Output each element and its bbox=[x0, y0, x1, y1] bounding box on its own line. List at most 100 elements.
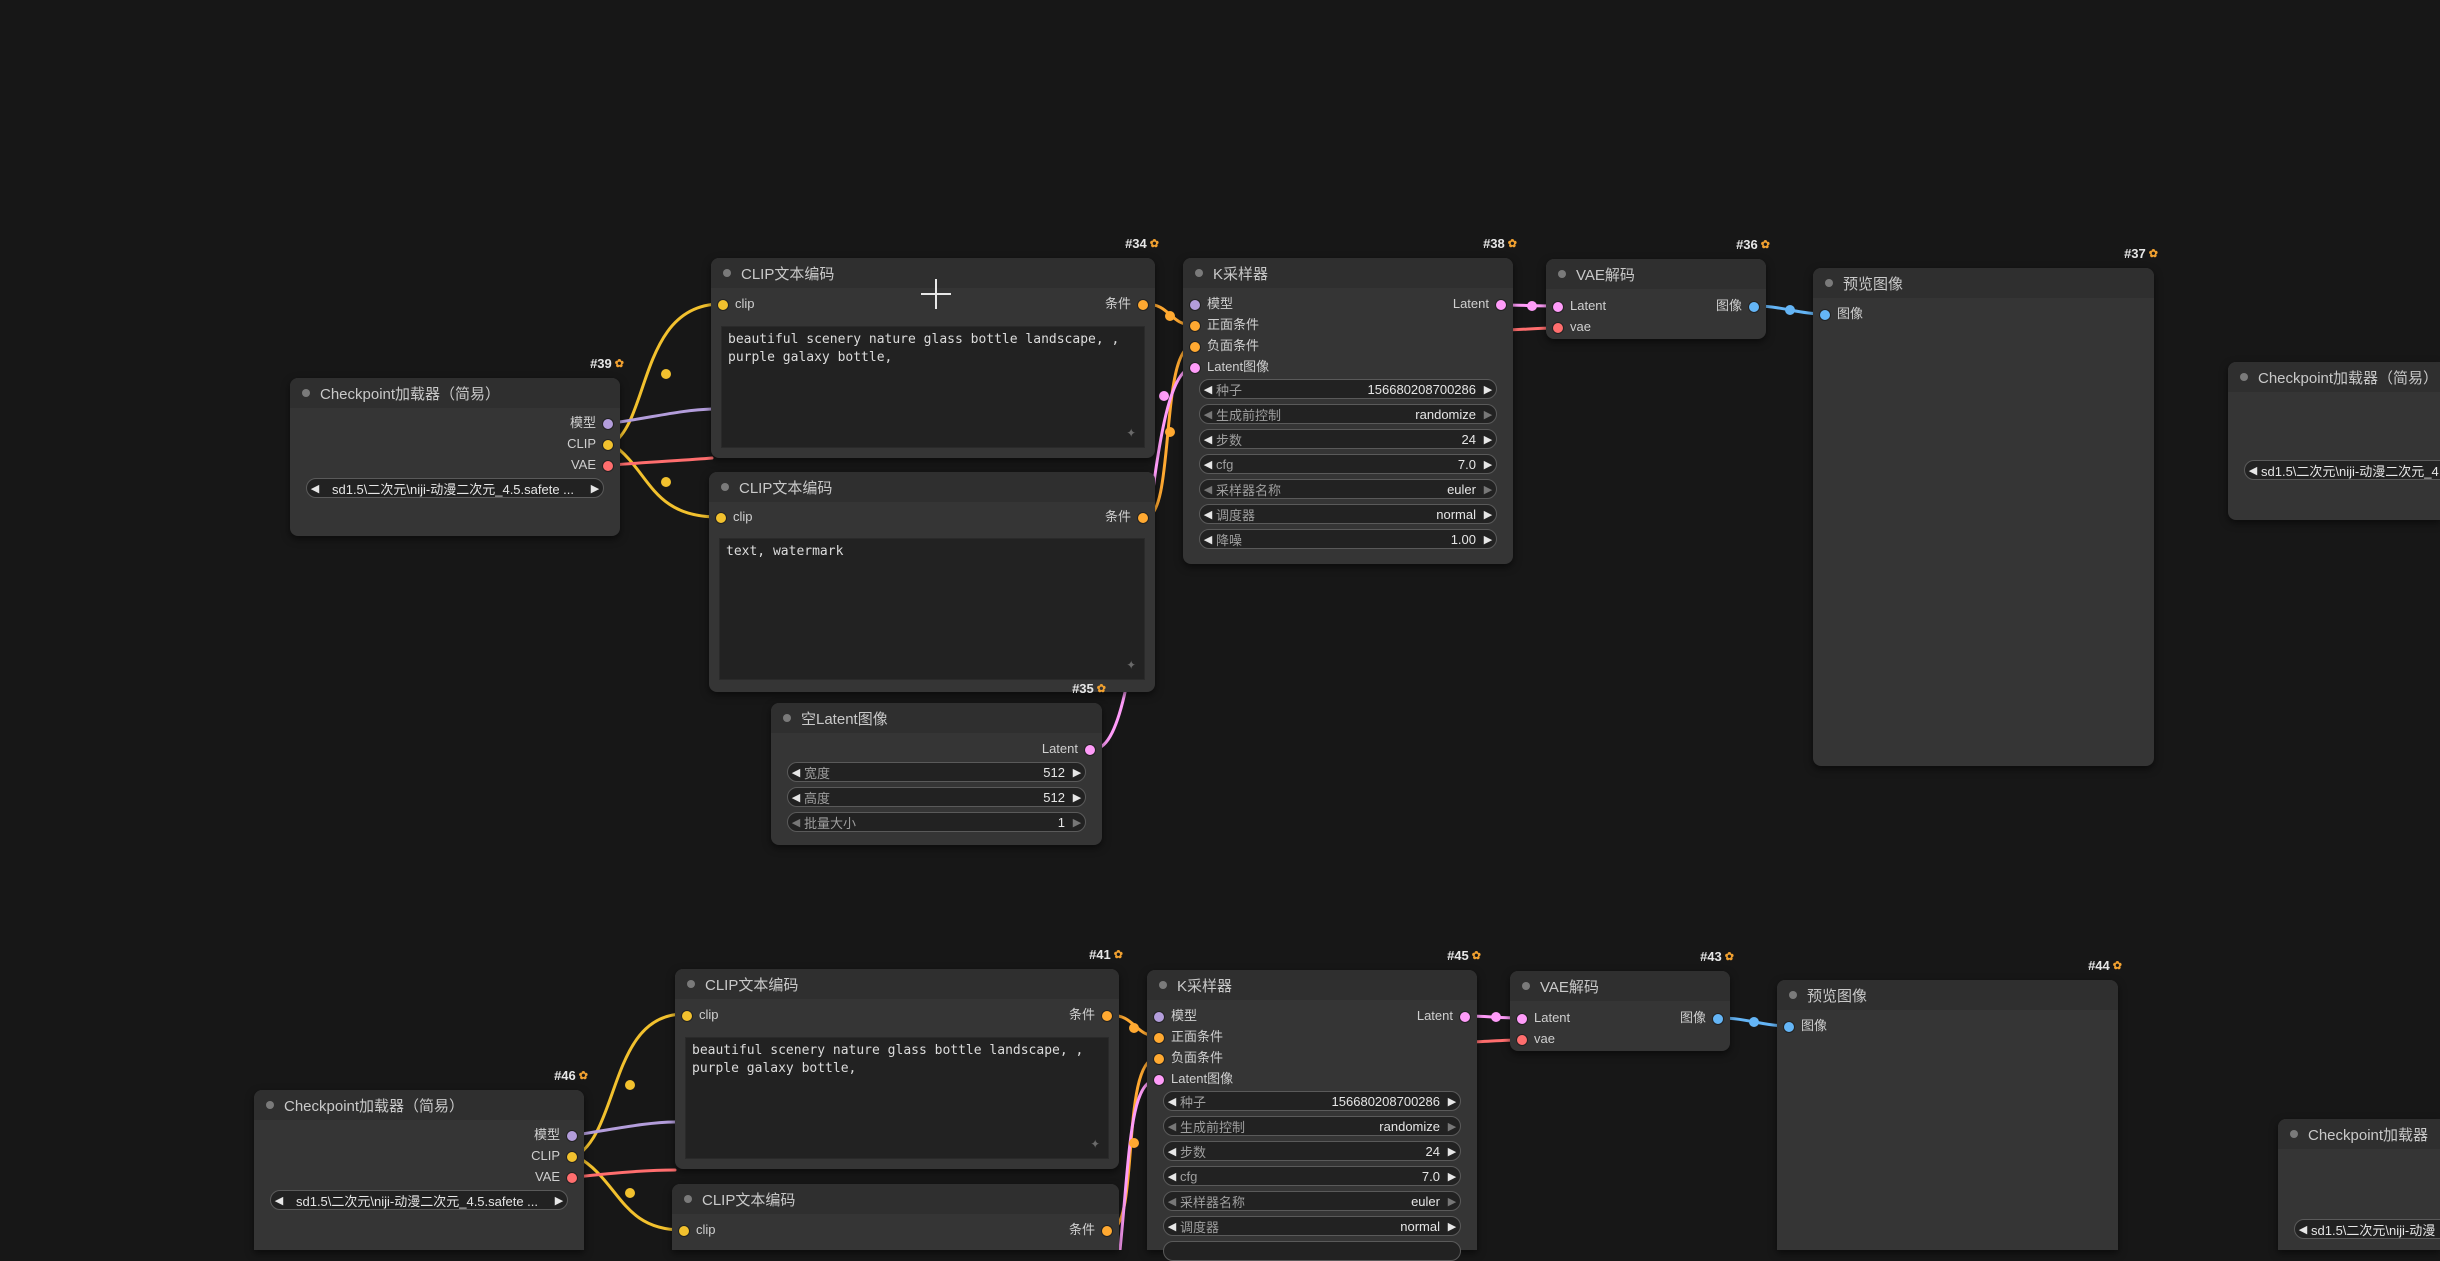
slot-dot-icon[interactable] bbox=[1783, 1021, 1795, 1033]
node-title[interactable]: K采样器 bbox=[1183, 258, 1513, 288]
ckpt-name-combo[interactable]: ◀ sd1.5\二次元\niji-动漫二次元_4 bbox=[2244, 460, 2440, 480]
output-conditioning-slot[interactable]: 条件 bbox=[1069, 1221, 1119, 1239]
output-model-slot[interactable]: 模型 bbox=[534, 1126, 584, 1144]
output-latent-slot[interactable]: Latent bbox=[1453, 295, 1513, 313]
arrow-right-icon[interactable]: ▶ bbox=[1480, 533, 1496, 546]
clip-text-encode-node-33[interactable]: CLIP文本编码 clip 条件 text, watermark ✦ bbox=[709, 472, 1155, 692]
node-title[interactable]: Checkpoint加载器 bbox=[2278, 1119, 2440, 1149]
seed-widget[interactable]: ◀ 种子 156680208700286 ▶ bbox=[1199, 379, 1497, 399]
vae-decode-node-36[interactable]: #36 ✿ VAE解码 Latent 图像 vae bbox=[1546, 237, 1770, 339]
output-clip-slot[interactable]: CLIP bbox=[567, 435, 620, 453]
sparkle-icon[interactable]: ✦ bbox=[1126, 655, 1136, 673]
node-title[interactable]: CLIP文本编码 bbox=[709, 472, 1155, 502]
preview-image-node-44[interactable]: #44 ✿ 预览图像 图像 bbox=[1777, 958, 2122, 1250]
collapse-dot-icon[interactable] bbox=[687, 980, 695, 988]
node-title[interactable]: 预览图像 bbox=[1813, 268, 2154, 298]
arrow-left-icon[interactable]: ◀ bbox=[307, 482, 323, 495]
slot-dot-icon[interactable] bbox=[1101, 1010, 1113, 1022]
control-after-generate-widget[interactable]: ◀ 生成前控制 randomize ▶ bbox=[1163, 1116, 1461, 1136]
collapse-dot-icon[interactable] bbox=[1825, 279, 1833, 287]
arrow-left-icon[interactable]: ◀ bbox=[788, 766, 804, 779]
slot-dot-icon[interactable] bbox=[1153, 1053, 1165, 1065]
arrow-right-icon[interactable]: ▶ bbox=[1069, 791, 1085, 804]
sampler-name-widget[interactable]: ◀ 采样器名称 euler ▶ bbox=[1163, 1191, 1461, 1211]
prompt-textarea[interactable]: beautiful scenery nature glass bottle la… bbox=[721, 326, 1145, 448]
collapse-dot-icon[interactable] bbox=[1522, 982, 1530, 990]
slot-dot-icon[interactable] bbox=[681, 1010, 693, 1022]
arrow-right-icon[interactable]: ▶ bbox=[1480, 383, 1496, 396]
output-image-slot[interactable]: 图像 bbox=[1680, 1009, 1730, 1027]
arrow-left-icon[interactable]: ◀ bbox=[1200, 458, 1216, 471]
collapse-dot-icon[interactable] bbox=[1789, 991, 1797, 999]
slot-dot-icon[interactable] bbox=[1552, 301, 1564, 313]
next-widget-partial[interactable] bbox=[1163, 1241, 1461, 1261]
slot-dot-icon[interactable] bbox=[1819, 309, 1831, 321]
input-positive-slot[interactable]: 正面条件 bbox=[1183, 316, 1259, 334]
ckpt-name-combo[interactable]: ◀ sd1.5\二次元\niji-动漫二次元_4.5.safete ... ▶ bbox=[270, 1190, 568, 1210]
arrow-left-icon[interactable]: ◀ bbox=[788, 816, 804, 829]
slot-dot-icon[interactable] bbox=[1153, 1011, 1165, 1023]
slot-dot-icon[interactable] bbox=[602, 460, 614, 472]
input-vae-slot[interactable]: vae bbox=[1546, 318, 1591, 336]
arrow-right-icon[interactable]: ▶ bbox=[1444, 1095, 1460, 1108]
height-widget[interactable]: ◀ 高度 512 ▶ bbox=[787, 787, 1086, 807]
arrow-left-icon[interactable]: ◀ bbox=[271, 1194, 287, 1207]
checkpoint-loader-node-right-top[interactable]: Checkpoint加载器（简易） ◀ sd1.5\二次元\niji-动漫二次元_… bbox=[2228, 362, 2440, 520]
arrow-left-icon[interactable]: ◀ bbox=[1200, 383, 1216, 396]
arrow-right-icon[interactable]: ▶ bbox=[1069, 766, 1085, 779]
input-vae-slot[interactable]: vae bbox=[1510, 1030, 1555, 1048]
collapse-dot-icon[interactable] bbox=[723, 269, 731, 277]
steps-widget[interactable]: ◀ 步数 24 ▶ bbox=[1163, 1141, 1461, 1161]
input-clip-slot[interactable]: clip bbox=[711, 295, 755, 313]
arrow-left-icon[interactable]: ◀ bbox=[1200, 408, 1216, 421]
input-image-slot[interactable]: 图像 bbox=[1777, 1017, 1827, 1035]
arrow-right-icon[interactable]: ▶ bbox=[1444, 1220, 1460, 1233]
sampler-name-widget[interactable]: ◀ 采样器名称 euler ▶ bbox=[1199, 479, 1497, 499]
slot-dot-icon[interactable] bbox=[1189, 299, 1201, 311]
batch-size-widget[interactable]: ◀ 批量大小 1 ▶ bbox=[787, 812, 1086, 832]
arrow-left-icon[interactable]: ◀ bbox=[1200, 483, 1216, 496]
node-title[interactable]: Checkpoint加载器（简易） bbox=[254, 1090, 584, 1120]
ckpt-name-combo[interactable]: ◀ sd1.5\二次元\niji-动漫 bbox=[2294, 1219, 2440, 1239]
slot-dot-icon[interactable] bbox=[1153, 1032, 1165, 1044]
slot-dot-icon[interactable] bbox=[566, 1151, 578, 1163]
prompt-textarea[interactable]: beautiful scenery nature glass bottle la… bbox=[685, 1037, 1109, 1159]
arrow-right-icon[interactable]: ▶ bbox=[1480, 508, 1496, 521]
ckpt-name-combo[interactable]: ◀ sd1.5\二次元\niji-动漫二次元_4.5.safete ... ▶ bbox=[306, 478, 604, 498]
node-title[interactable]: VAE解码 bbox=[1510, 971, 1730, 1001]
input-model-slot[interactable]: 模型 bbox=[1183, 295, 1233, 313]
input-latent-slot[interactable]: Latent图像 bbox=[1183, 358, 1269, 376]
sparkle-icon[interactable]: ✦ bbox=[1126, 423, 1136, 441]
empty-latent-node-35[interactable]: #35 ✿ 空Latent图像 Latent ◀ 宽度 512 ▶ ◀ 高度 512 ▶ ◀ 批… bbox=[771, 681, 1106, 845]
input-negative-slot[interactable]: 负面条件 bbox=[1183, 337, 1259, 355]
arrow-right-icon[interactable]: ▶ bbox=[587, 482, 603, 495]
collapse-dot-icon[interactable] bbox=[2240, 373, 2248, 381]
node-title[interactable]: CLIP文本编码 bbox=[672, 1184, 1119, 1214]
arrow-right-icon[interactable]: ▶ bbox=[1480, 483, 1496, 496]
input-image-slot[interactable]: 图像 bbox=[1813, 305, 1863, 323]
slot-dot-icon[interactable] bbox=[1189, 341, 1201, 353]
input-latent-slot[interactable]: Latent图像 bbox=[1147, 1070, 1233, 1088]
scheduler-widget[interactable]: ◀ 调度器 normal ▶ bbox=[1199, 504, 1497, 524]
output-model-slot[interactable]: 模型 bbox=[570, 414, 620, 432]
input-latent-slot[interactable]: Latent bbox=[1510, 1009, 1570, 1027]
arrow-right-icon[interactable]: ▶ bbox=[1444, 1145, 1460, 1158]
slot-dot-icon[interactable] bbox=[602, 418, 614, 430]
slot-dot-icon[interactable] bbox=[1153, 1074, 1165, 1086]
vae-decode-node-43[interactable]: #43 ✿ VAE解码 Latent 图像 vae bbox=[1510, 949, 1734, 1051]
slot-dot-icon[interactable] bbox=[602, 439, 614, 451]
slot-dot-icon[interactable] bbox=[566, 1172, 578, 1184]
control-after-generate-widget[interactable]: ◀ 生成前控制 randomize ▶ bbox=[1199, 404, 1497, 424]
input-clip-slot[interactable]: clip bbox=[709, 508, 753, 526]
output-latent-slot[interactable]: Latent bbox=[1042, 740, 1102, 758]
arrow-left-icon[interactable]: ◀ bbox=[1164, 1195, 1180, 1208]
preview-image-node-37[interactable]: #37 ✿ 预览图像 图像 bbox=[1813, 246, 2158, 766]
slot-dot-icon[interactable] bbox=[1748, 301, 1760, 313]
slot-dot-icon[interactable] bbox=[1101, 1225, 1113, 1237]
denoise-widget[interactable]: ◀ 降噪 1.00 ▶ bbox=[1199, 529, 1497, 549]
slot-dot-icon[interactable] bbox=[1459, 1011, 1471, 1023]
collapse-dot-icon[interactable] bbox=[2290, 1130, 2298, 1138]
arrow-right-icon[interactable]: ▶ bbox=[1444, 1120, 1460, 1133]
output-conditioning-slot[interactable]: 条件 bbox=[1105, 295, 1155, 313]
checkpoint-loader-node-46[interactable]: #46 ✿ Checkpoint加载器（简易） 模型 CLIP VAE ◀ sd1.… bbox=[254, 1068, 588, 1250]
